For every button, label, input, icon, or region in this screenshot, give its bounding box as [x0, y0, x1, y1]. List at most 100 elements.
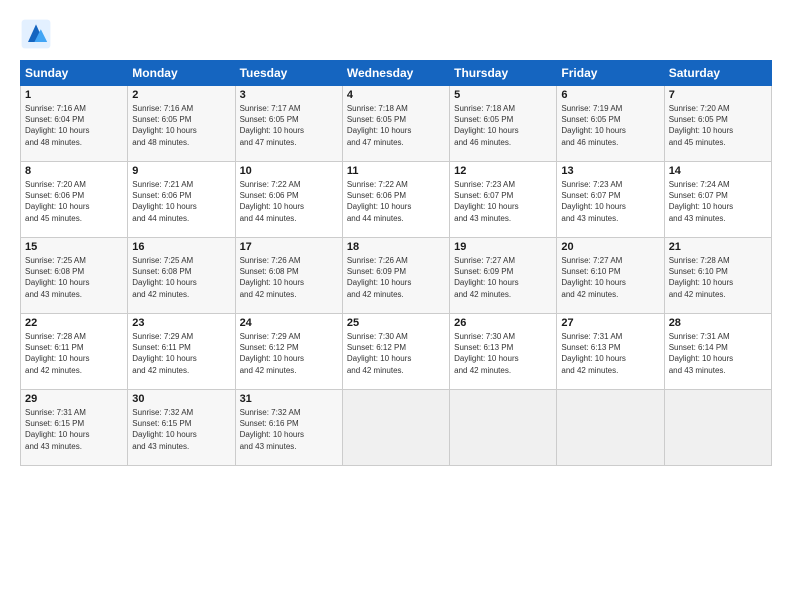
calendar-table: SundayMondayTuesdayWednesdayThursdayFrid… [20, 60, 772, 466]
week-row-3: 15 Sunrise: 7:25 AMSunset: 6:08 PMDayligh… [21, 238, 772, 314]
day-number: 27 [561, 317, 659, 329]
day-cell: 22Sunrise: 7:28 AMSunset: 6:11 PMDayligh… [21, 314, 128, 390]
day-cell: 29 Sunrise: 7:31 AMSunset: 6:15 PMDayligh… [21, 390, 128, 466]
day-info: Sunrise: 7:19 AMSunset: 6:05 PMDaylight:… [561, 103, 659, 148]
day-info: Sunrise: 7:31 AMSunset: 6:14 PMDaylight:… [669, 331, 767, 376]
day-info: Sunrise: 7:20 AMSunset: 6:06 PMDaylight:… [25, 179, 123, 224]
day-info: Sunrise: 7:23 AMSunset: 6:07 PMDaylight:… [561, 179, 659, 224]
day-number: 22 [25, 317, 123, 329]
day-number: 5 [454, 89, 552, 101]
day-number: 18 [347, 241, 445, 253]
day-number: 14 [669, 165, 767, 177]
day-number: 4 [347, 89, 445, 101]
week-row-5: 29 Sunrise: 7:31 AMSunset: 6:15 PMDayligh… [21, 390, 772, 466]
day-cell: 12 Sunrise: 7:23 AMSunset: 6:07 PMDayligh… [450, 162, 557, 238]
day-cell: 1 Sunrise: 7:16 AMSunset: 6:04 PMDaylight… [21, 86, 128, 162]
day-cell: 18 Sunrise: 7:26 AMSunset: 6:09 PMDayligh… [342, 238, 449, 314]
day-info: Sunrise: 7:27 AMSunset: 6:09 PMDaylight:… [454, 255, 552, 300]
day-number: 7 [669, 89, 767, 101]
day-info: Sunrise: 7:26 AMSunset: 6:09 PMDaylight:… [347, 255, 445, 300]
day-number: 6 [561, 89, 659, 101]
col-header-tuesday: Tuesday [235, 61, 342, 86]
day-number: 29 [25, 393, 123, 405]
week-row-1: 1 Sunrise: 7:16 AMSunset: 6:04 PMDaylight… [21, 86, 772, 162]
day-number: 21 [669, 241, 767, 253]
col-header-friday: Friday [557, 61, 664, 86]
day-cell: 17Sunrise: 7:26 AMSunset: 6:08 PMDayligh… [235, 238, 342, 314]
day-number: 12 [454, 165, 552, 177]
day-cell: 15 Sunrise: 7:25 AMSunset: 6:08 PMDayligh… [21, 238, 128, 314]
day-cell: 31Sunrise: 7:32 AMSunset: 6:16 PMDayligh… [235, 390, 342, 466]
day-number: 3 [240, 89, 338, 101]
day-cell: 19 Sunrise: 7:27 AMSunset: 6:09 PMDayligh… [450, 238, 557, 314]
col-header-monday: Monday [128, 61, 235, 86]
day-info: Sunrise: 7:30 AMSunset: 6:12 PMDaylight:… [347, 331, 445, 376]
day-cell: 10 Sunrise: 7:22 AMSunset: 6:06 PMDayligh… [235, 162, 342, 238]
day-number: 9 [132, 165, 230, 177]
day-number: 30 [132, 393, 230, 405]
day-cell: 20 Sunrise: 7:27 AMSunset: 6:10 PMDayligh… [557, 238, 664, 314]
day-number: 20 [561, 241, 659, 253]
day-cell [342, 390, 449, 466]
logo [20, 18, 54, 50]
day-info: Sunrise: 7:22 AMSunset: 6:06 PMDaylight:… [240, 179, 338, 224]
page: SundayMondayTuesdayWednesdayThursdayFrid… [0, 0, 792, 612]
week-row-2: 8 Sunrise: 7:20 AMSunset: 6:06 PMDaylight… [21, 162, 772, 238]
day-cell: 2 Sunrise: 7:16 AMSunset: 6:05 PMDaylight… [128, 86, 235, 162]
day-info: Sunrise: 7:31 AMSunset: 6:15 PMDaylight:… [25, 407, 123, 452]
day-cell: 27 Sunrise: 7:31 AMSunset: 6:13 PMDayligh… [557, 314, 664, 390]
day-info: Sunrise: 7:16 AMSunset: 6:05 PMDaylight:… [132, 103, 230, 148]
day-number: 28 [669, 317, 767, 329]
day-cell: 11Sunrise: 7:22 AMSunset: 6:06 PMDayligh… [342, 162, 449, 238]
day-info: Sunrise: 7:31 AMSunset: 6:13 PMDaylight:… [561, 331, 659, 376]
day-cell: 24 Sunrise: 7:29 AMSunset: 6:12 PMDayligh… [235, 314, 342, 390]
day-cell: 23 Sunrise: 7:29 AMSunset: 6:11 PMDayligh… [128, 314, 235, 390]
day-cell: 30 Sunrise: 7:32 AMSunset: 6:15 PMDayligh… [128, 390, 235, 466]
day-cell: 26Sunrise: 7:30 AMSunset: 6:13 PMDayligh… [450, 314, 557, 390]
day-number: 19 [454, 241, 552, 253]
day-cell [557, 390, 664, 466]
day-info: Sunrise: 7:29 AMSunset: 6:12 PMDaylight:… [240, 331, 338, 376]
day-cell: 8 Sunrise: 7:20 AMSunset: 6:06 PMDaylight… [21, 162, 128, 238]
day-info: Sunrise: 7:25 AMSunset: 6:08 PMDaylight:… [132, 255, 230, 300]
col-header-saturday: Saturday [664, 61, 771, 86]
day-cell: 3 Sunrise: 7:17 AMSunset: 6:05 PMDaylight… [235, 86, 342, 162]
day-number: 23 [132, 317, 230, 329]
day-number: 10 [240, 165, 338, 177]
day-cell: 7 Sunrise: 7:20 AMSunset: 6:05 PMDaylight… [664, 86, 771, 162]
col-header-wednesday: Wednesday [342, 61, 449, 86]
day-number: 31 [240, 393, 338, 405]
day-number: 8 [25, 165, 123, 177]
header [20, 18, 772, 50]
day-info: Sunrise: 7:27 AMSunset: 6:10 PMDaylight:… [561, 255, 659, 300]
day-info: Sunrise: 7:25 AMSunset: 6:08 PMDaylight:… [25, 255, 123, 300]
day-number: 2 [132, 89, 230, 101]
day-number: 13 [561, 165, 659, 177]
day-number: 25 [347, 317, 445, 329]
day-cell: 5 Sunrise: 7:18 AMSunset: 6:05 PMDaylight… [450, 86, 557, 162]
day-info: Sunrise: 7:18 AMSunset: 6:05 PMDaylight:… [347, 103, 445, 148]
day-info: Sunrise: 7:26 AMSunset: 6:08 PMDaylight:… [240, 255, 338, 300]
day-info: Sunrise: 7:28 AMSunset: 6:10 PMDaylight:… [669, 255, 767, 300]
day-info: Sunrise: 7:21 AMSunset: 6:06 PMDaylight:… [132, 179, 230, 224]
day-number: 1 [25, 89, 123, 101]
day-info: Sunrise: 7:29 AMSunset: 6:11 PMDaylight:… [132, 331, 230, 376]
day-info: Sunrise: 7:24 AMSunset: 6:07 PMDaylight:… [669, 179, 767, 224]
day-info: Sunrise: 7:17 AMSunset: 6:05 PMDaylight:… [240, 103, 338, 148]
header-row: SundayMondayTuesdayWednesdayThursdayFrid… [21, 61, 772, 86]
day-number: 24 [240, 317, 338, 329]
day-cell [450, 390, 557, 466]
day-info: Sunrise: 7:32 AMSunset: 6:15 PMDaylight:… [132, 407, 230, 452]
day-cell: 16Sunrise: 7:25 AMSunset: 6:08 PMDayligh… [128, 238, 235, 314]
day-cell: 13 Sunrise: 7:23 AMSunset: 6:07 PMDayligh… [557, 162, 664, 238]
logo-icon [20, 18, 52, 50]
day-info: Sunrise: 7:18 AMSunset: 6:05 PMDaylight:… [454, 103, 552, 148]
day-cell: 25 Sunrise: 7:30 AMSunset: 6:12 PMDayligh… [342, 314, 449, 390]
day-number: 15 [25, 241, 123, 253]
day-info: Sunrise: 7:23 AMSunset: 6:07 PMDaylight:… [454, 179, 552, 224]
day-info: Sunrise: 7:20 AMSunset: 6:05 PMDaylight:… [669, 103, 767, 148]
day-number: 11 [347, 165, 445, 177]
day-info: Sunrise: 7:16 AMSunset: 6:04 PMDaylight:… [25, 103, 123, 148]
col-header-sunday: Sunday [21, 61, 128, 86]
day-cell: 28 Sunrise: 7:31 AMSunset: 6:14 PMDayligh… [664, 314, 771, 390]
